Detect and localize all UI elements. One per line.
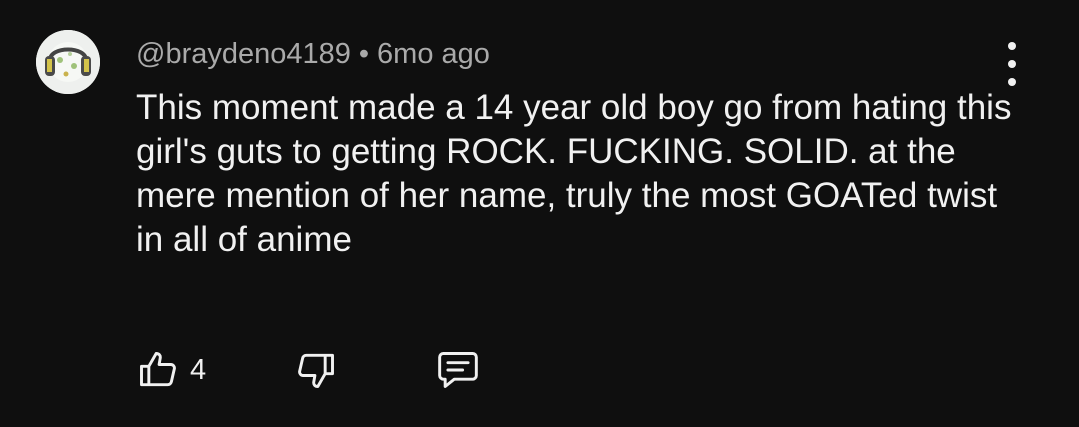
timestamp[interactable]: 6mo ago: [377, 38, 490, 70]
dislike-button[interactable]: [294, 346, 338, 394]
avatar-image: [36, 30, 100, 94]
more-vertical-icon: [1008, 60, 1016, 68]
separator-dot: •: [358, 38, 370, 70]
comment-item: @braydeno4189 • 6mo ago This moment made a…: [0, 0, 1079, 427]
comment-header: @braydeno4189 • 6mo ago: [136, 34, 490, 74]
comment-reply-icon: [438, 352, 478, 388]
more-vertical-icon: [1008, 78, 1016, 86]
like-count: 4: [190, 353, 207, 386]
avatar[interactable]: [36, 30, 100, 94]
thumbs-down-icon: [298, 353, 334, 388]
comment-text: This moment made a 14 year old boy go fr…: [136, 88, 1012, 259]
like-button[interactable]: 4: [136, 346, 206, 394]
more-vertical-icon: [1008, 42, 1016, 50]
reply-button[interactable]: [432, 346, 484, 394]
thumbs-up-icon: [140, 352, 176, 387]
author-name[interactable]: @braydeno4189: [136, 38, 351, 70]
more-options-button[interactable]: [996, 42, 1028, 86]
